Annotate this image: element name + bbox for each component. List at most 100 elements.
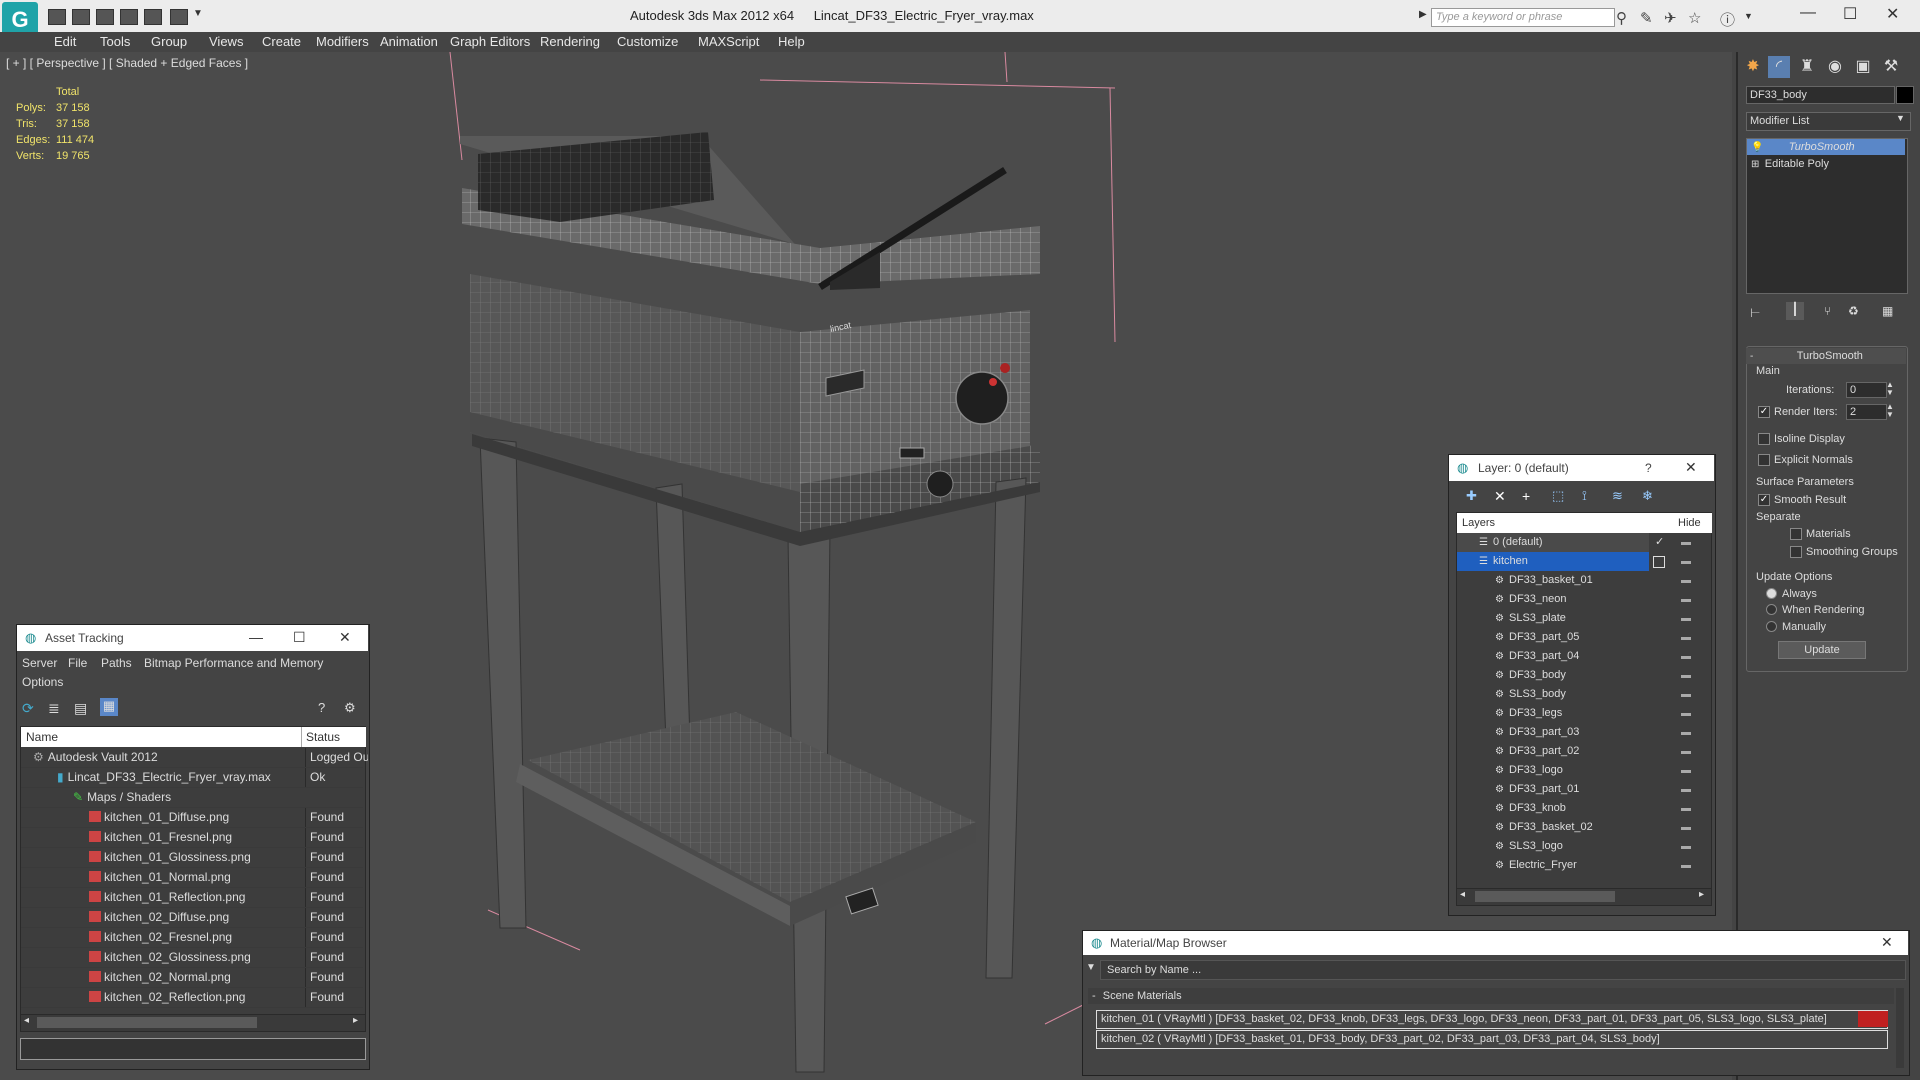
layer-row[interactable]: ⚙ DF33_basket_02 ▬ — [1457, 818, 1709, 837]
scroll-right-icon[interactable]: ▸ — [1699, 889, 1704, 900]
table-row[interactable]: kitchen_01_Fresnel.png Found — [21, 828, 363, 848]
hide-toggle[interactable]: ▬ — [1681, 837, 1691, 856]
help-settings-icon[interactable]: ⚙ — [344, 700, 356, 716]
scroll-left-icon[interactable]: ◂ — [1460, 889, 1465, 900]
table-row[interactable]: ✎ Maps / Shaders — [21, 788, 363, 808]
close-icon[interactable]: ✕ — [1886, 4, 1899, 24]
layer-row[interactable]: ⚙ DF33_logo ▬ — [1457, 761, 1709, 780]
layer-row[interactable]: ⚙ DF33_knob ▬ — [1457, 799, 1709, 818]
modifier-stack-item-editable-poly[interactable]: ⊞ Editable Poly — [1747, 156, 1905, 172]
add-to-layer-icon[interactable]: + — [1522, 488, 1530, 504]
at-menu-paths[interactable]: Paths — [101, 656, 132, 670]
scroll-left-icon[interactable]: ◂ — [24, 1015, 29, 1026]
isoline-checkbox[interactable] — [1758, 433, 1770, 445]
maximize-icon[interactable]: ☐ — [1843, 4, 1857, 24]
help-dropdown-icon[interactable]: ▼ — [1744, 11, 1753, 21]
at-menu-file[interactable]: File — [68, 656, 87, 670]
render-iters-checkbox[interactable]: ✓ — [1758, 406, 1770, 418]
new-file-icon[interactable] — [48, 9, 66, 25]
modify-tab-icon[interactable]: ◜ — [1768, 56, 1790, 78]
smooth-result-checkbox[interactable]: ✓ — [1758, 494, 1770, 506]
layer-row[interactable]: ⚙ DF33_part_04 ▬ — [1457, 647, 1709, 666]
minimize-icon[interactable]: — — [1800, 4, 1816, 22]
update-manually-radio[interactable] — [1766, 621, 1777, 632]
hide-all-icon[interactable]: ≋ — [1612, 488, 1623, 504]
open-file-icon[interactable] — [72, 9, 90, 25]
col-header-layers[interactable]: Layers — [1457, 513, 1678, 533]
layer-row[interactable]: ⚙ SLS3_plate ▬ — [1457, 609, 1709, 628]
maximize-icon[interactable]: ☐ — [293, 629, 306, 646]
lightbulb-icon[interactable]: 💡 — [1751, 142, 1763, 153]
update-always-radio[interactable] — [1766, 588, 1777, 599]
configure-modifier-sets-icon[interactable]: ▦ — [1882, 304, 1893, 318]
layer-row[interactable]: ⚙ DF33_part_05 ▬ — [1457, 628, 1709, 647]
viewport-label[interactable]: [ + ] [ Perspective ] [ Shaded + Edged F… — [6, 56, 248, 70]
subscription-icon[interactable]: ✎ — [1640, 9, 1653, 27]
utilities-tab-icon[interactable]: ⚒ — [1880, 56, 1902, 78]
hide-toggle[interactable]: ▬ — [1681, 666, 1691, 685]
hide-toggle[interactable]: ▬ — [1681, 799, 1691, 818]
modifier-list-chevron-down-icon[interactable]: ▼ — [1896, 113, 1905, 123]
update-when-rendering-radio[interactable] — [1766, 604, 1777, 615]
table-row[interactable]: ⚙ Autodesk Vault 2012 Logged Out — [21, 748, 368, 768]
menu-views[interactable]: Views — [209, 34, 243, 49]
col-header-status[interactable]: Status — [302, 727, 366, 747]
display-tab-icon[interactable]: ▣ — [1852, 56, 1874, 78]
menu-animation[interactable]: Animation — [380, 34, 438, 49]
at-menu-bitmap[interactable]: Bitmap Performance and Memory — [144, 656, 323, 670]
layer-row[interactable]: ⚙ DF33_part_01 ▬ — [1457, 780, 1709, 799]
minimize-icon[interactable]: — — [249, 629, 263, 645]
redo-icon[interactable] — [144, 9, 162, 25]
table-row[interactable]: kitchen_02_Normal.png Found — [21, 968, 363, 988]
hide-toggle[interactable]: ▬ — [1681, 723, 1691, 742]
rollout-header[interactable]: - TurboSmooth — [1746, 348, 1906, 364]
layer-hscrollbar[interactable]: ◂ ▸ — [1456, 888, 1712, 906]
at-menu-options[interactable]: Options — [22, 675, 63, 689]
hide-toggle[interactable]: ▬ — [1681, 780, 1691, 799]
scroll-thumb[interactable] — [1475, 891, 1615, 902]
hide-toggle[interactable]: ▬ — [1681, 647, 1691, 666]
quick-access-dropdown-icon[interactable]: ▼ — [193, 8, 203, 19]
close-icon[interactable]: ✕ — [339, 629, 351, 646]
menu-customize[interactable]: Customize — [617, 34, 678, 49]
layer-row[interactable]: ☰ kitchen ▬ — [1457, 552, 1709, 571]
layer-row[interactable]: ⚙ DF33_part_03 ▬ — [1457, 723, 1709, 742]
project-folder-icon[interactable] — [170, 9, 188, 25]
menu-help[interactable]: Help — [778, 34, 805, 49]
object-color-swatch[interactable] — [1896, 86, 1914, 104]
set-current-layer-box[interactable] — [1653, 556, 1665, 568]
table-row[interactable]: kitchen_02_Glossiness.png Found — [21, 948, 363, 968]
scroll-thumb[interactable] — [37, 1017, 257, 1028]
expand-plus-icon[interactable]: ⊞ — [1751, 159, 1759, 170]
show-end-result-icon[interactable]: ┃ — [1786, 302, 1804, 320]
hide-toggle[interactable]: ▬ — [1681, 685, 1691, 704]
menu-graph-editors[interactable]: Graph Editors — [450, 34, 530, 49]
smoothing-groups-checkbox[interactable] — [1790, 546, 1802, 558]
freeze-all-icon[interactable]: ❄ — [1642, 488, 1653, 504]
browser-options-chevron-down-icon[interactable]: ▼ — [1086, 962, 1096, 973]
menu-modifiers[interactable]: Modifiers — [316, 34, 369, 49]
explicit-normals-checkbox[interactable] — [1758, 454, 1770, 466]
asset-path-field[interactable] — [20, 1038, 366, 1060]
hide-toggle[interactable]: ▬ — [1681, 856, 1691, 875]
list-view-icon[interactable]: ≣ — [48, 700, 60, 717]
hide-toggle[interactable]: ▬ — [1681, 628, 1691, 647]
table-row[interactable]: kitchen_01_Reflection.png Found — [21, 888, 363, 908]
layer-help-button[interactable]: ? — [1645, 461, 1652, 475]
hierarchy-tab-icon[interactable]: ♜ — [1796, 56, 1818, 78]
highlight-layer-icon[interactable]: ⟟ — [1582, 488, 1587, 504]
layer-row[interactable]: ☰ 0 (default) ✓ ▬ — [1457, 533, 1709, 552]
hide-toggle[interactable]: ▬ — [1681, 761, 1691, 780]
render-iters-spinner-arrows-icon[interactable]: ▲ ▼ — [1886, 403, 1894, 419]
save-file-icon[interactable] — [96, 9, 114, 25]
layer-row[interactable]: ⚙ DF33_neon ▬ — [1457, 590, 1709, 609]
table-row[interactable]: kitchen_01_Normal.png Found — [21, 868, 363, 888]
materials-checkbox[interactable] — [1790, 528, 1802, 540]
render-iters-spinner[interactable]: 2 — [1846, 404, 1887, 420]
hide-toggle[interactable]: ▬ — [1681, 818, 1691, 837]
make-unique-icon[interactable]: ⑂ — [1824, 304, 1831, 318]
help-icon[interactable]: ⓘ — [1720, 9, 1735, 30]
menu-maxscript[interactable]: MAXScript — [698, 34, 759, 49]
modifier-list-dropdown[interactable]: Modifier List — [1746, 112, 1911, 131]
table-row[interactable]: kitchen_02_Fresnel.png Found — [21, 928, 363, 948]
